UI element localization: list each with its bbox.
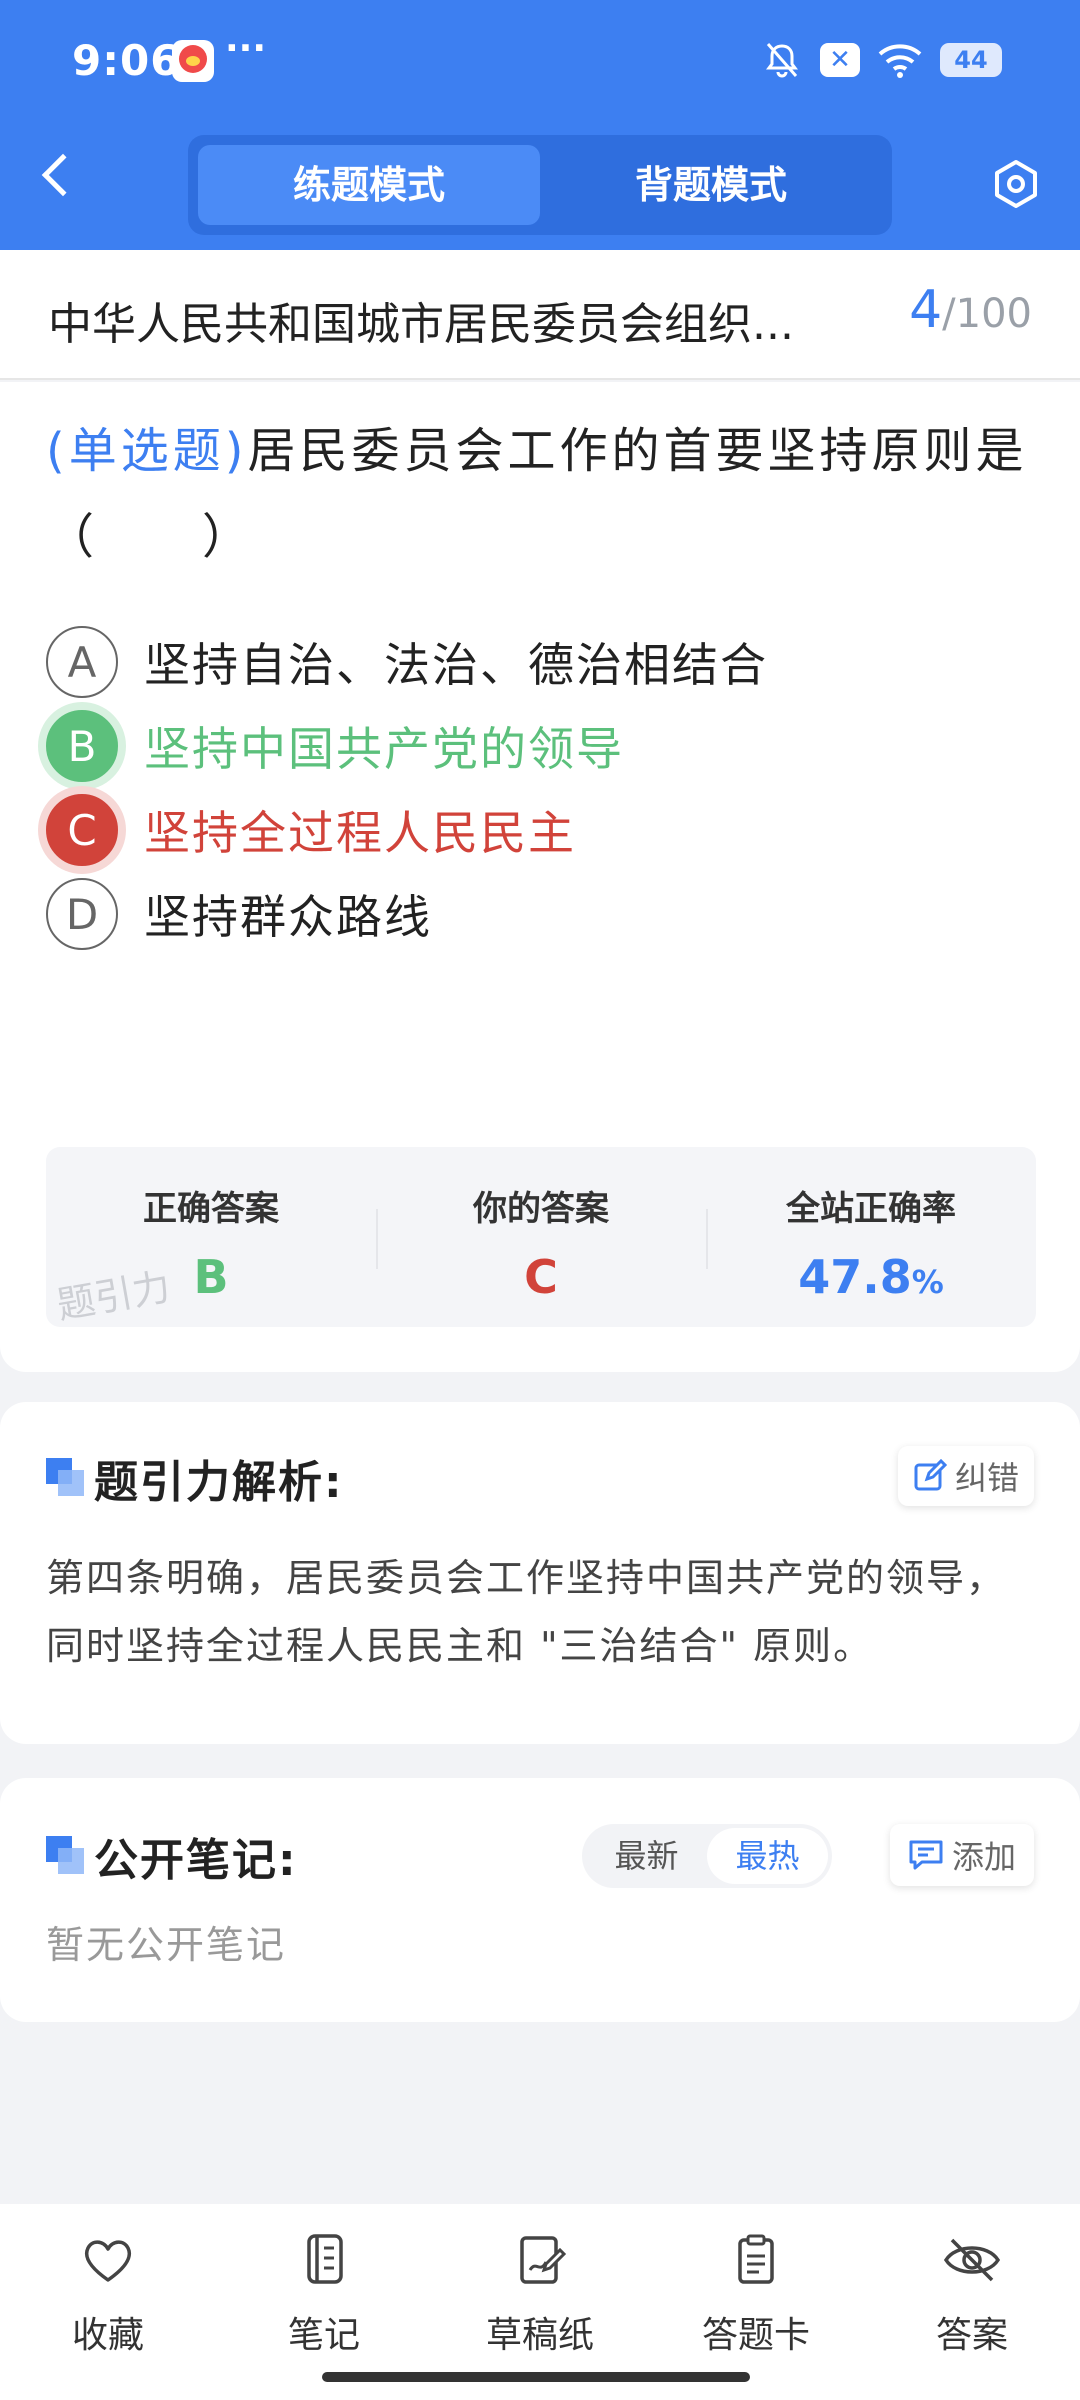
status-icons: ✕ 44 [762,34,1002,86]
option-text: 坚持群众路线 [144,890,432,944]
accuracy-label: 全站正确率 [786,1189,956,1229]
comment-icon [909,1840,943,1870]
empty-notes-text: 暂无公开笔记 [46,1923,287,1967]
option-text: 坚持自治、法治、德治相结合 [144,638,768,692]
add-note-button[interactable]: 添加 [890,1824,1034,1886]
nav-answer-sheet[interactable]: 答题卡 [648,2204,864,2400]
back-arrow-icon[interactable] [41,153,85,197]
app-header: 9:06 ··· ✕ 44 练题模式 背题模式 [0,0,1080,250]
question-progress: 4/100 [909,280,1032,340]
tab-recite-mode[interactable]: 背题模式 [540,145,882,225]
wifi-icon [878,44,922,78]
answer-sheet-icon [738,2234,774,2284]
report-error-button[interactable]: 纠错 [898,1446,1034,1506]
nav-answer-sheet-label: 答题卡 [701,2315,810,2356]
question-type: (单选题) [46,423,248,479]
nav-notes[interactable]: 笔记 [216,2204,432,2400]
heart-icon [84,2240,132,2282]
nav-answer-label: 答案 [935,2315,1008,2356]
question-set-title: 中华人民共和国城市居民委员会组织... [48,299,794,350]
option-c[interactable]: C 坚持全过程人民民主 [46,790,1036,870]
mode-switch: 练题模式 背题模式 [188,135,892,235]
section-squares-icon [46,1836,84,1874]
public-notes-card: 公开笔记: 最新 最热 添加 暂无公开笔记 [0,1778,1080,2022]
accuracy-unit: % [911,1263,944,1301]
correct-answer-stat: 正确答案 B 题引力 [46,1147,376,1328]
nav-draft[interactable]: 草稿纸 [432,2204,648,2400]
current-question-number: 4 [909,280,943,340]
option-text: 坚持中国共产党的领导 [144,722,624,776]
tab-practice-mode[interactable]: 练题模式 [198,145,540,225]
sort-hottest[interactable]: 最热 [707,1828,828,1884]
battery-icon: 44 [940,43,1002,77]
report-error-label: 纠错 [954,1459,1019,1497]
correct-answer-label: 正确答案 [143,1189,279,1229]
option-d[interactable]: D 坚持群众路线 [46,874,1036,954]
option-letter: A [46,626,118,698]
add-note-label: 添加 [951,1838,1016,1876]
nav-notes-label: 笔记 [287,2315,360,2356]
nav-favorite[interactable]: 收藏 [0,2204,216,2400]
nav-answer[interactable]: 答案 [864,2204,1080,2400]
option-b[interactable]: B 坚持中国共产党的领导 [46,706,1036,786]
your-answer-value: C [524,1250,558,1304]
question-card: (单选题)居民委员会工作的首要坚持原则是（ ） A 坚持自治、法治、德治相结合 … [0,382,1080,1372]
edit-icon [914,1459,947,1491]
analysis-card: 题引力解析: 纠错 第四条明确，居民委员会工作坚持中国共产党的领导，同时坚持全过… [0,1402,1080,1744]
draft-icon [520,2236,567,2284]
accuracy-value: 47.8% [706,1250,1036,1304]
notebook-icon [307,2234,343,2284]
accuracy-stat: 全站正确率 47.8% [706,1147,1036,1327]
app-notification-icon [172,40,214,82]
more-notifications-icon: ··· [225,28,267,69]
notes-sort-toggle: 最新 最热 [582,1824,832,1888]
option-text: 坚持全过程人民民主 [144,806,576,860]
analysis-text: 第四条明确，居民委员会工作坚持中国共产党的领导，同时坚持全过程人民民主和 "三治… [46,1556,1007,1668]
total-questions: /100 [942,291,1032,337]
your-answer-stat: 你的答案 C [376,1147,706,1327]
accuracy-number: 47.8 [798,1250,912,1304]
answer-stats: 正确答案 B 题引力 你的答案 C 全站正确率 47.8% [46,1147,1036,1328]
close-badge-icon: ✕ [820,43,860,77]
settings-hexagon-icon[interactable] [990,158,1042,210]
eye-off-icon [943,2238,1001,2282]
nav-favorite-label: 收藏 [71,2315,144,2356]
section-squares-icon [46,1458,84,1496]
option-letter: D [46,878,118,950]
your-answer-label: 你的答案 [473,1189,609,1229]
question-text: (单选题)居民委员会工作的首要坚持原则是（ ） [46,408,1036,580]
bottom-nav: 收藏 笔记 草稿纸 答题卡 答案 [0,2204,1080,2400]
option-a[interactable]: A 坚持自治、法治、德治相结合 [46,622,1036,702]
option-letter: C [46,794,118,866]
home-indicator[interactable] [322,2372,750,2382]
public-notes-title: 公开笔记: [94,1835,298,1886]
bell-off-icon [766,43,798,78]
status-bar: 9:06 ··· ✕ 44 [0,0,1080,126]
question-set-bar: 中华人民共和国城市居民委员会组织... 4/100 [0,250,1080,380]
sort-latest[interactable]: 最新 [586,1828,707,1884]
analysis-title: 题引力解析: [94,1457,344,1508]
nav-draft-label: 草稿纸 [485,2315,594,2356]
status-time: 9:06 [72,36,181,85]
option-letter: B [46,710,118,782]
